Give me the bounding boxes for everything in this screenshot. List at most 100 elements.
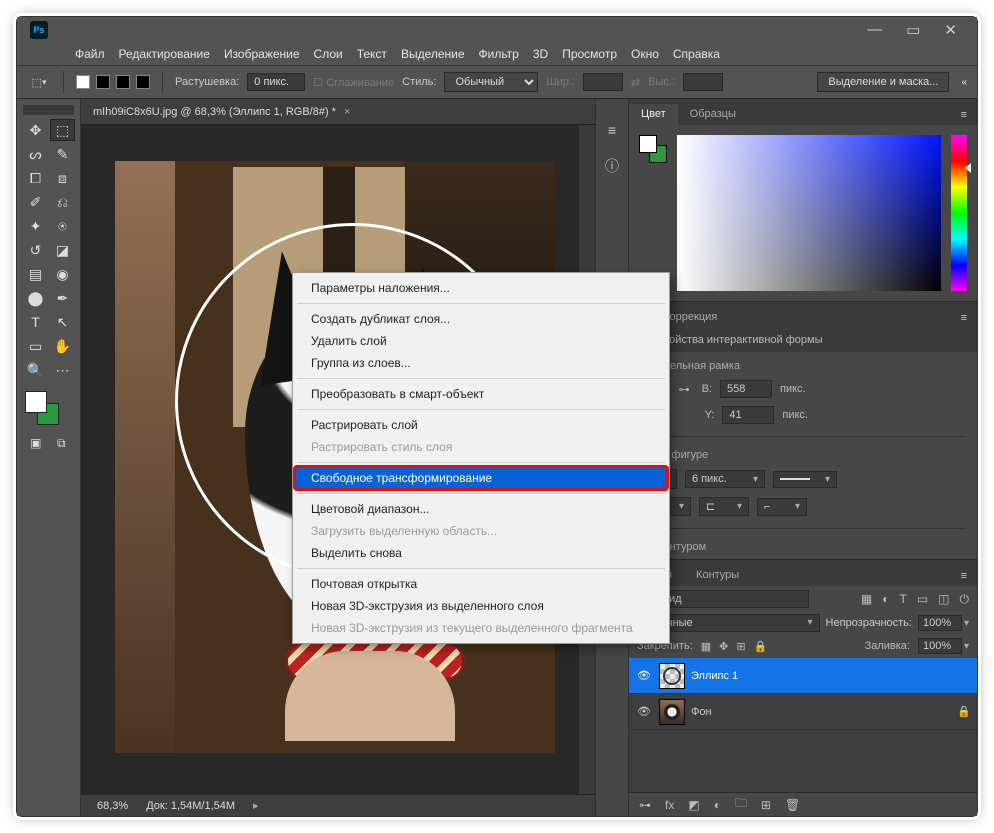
eraser-tool[interactable]: ◪	[50, 239, 75, 261]
opacity-input[interactable]	[918, 615, 962, 631]
lock-pixels-icon[interactable]: ▦	[701, 640, 711, 653]
context-menu-item[interactable]: Растрировать слой	[295, 414, 667, 436]
tab-color[interactable]: Цвет	[629, 104, 678, 125]
path-select-tool[interactable]: ↖	[50, 311, 75, 333]
pen-tool[interactable]: ✒	[50, 287, 75, 309]
history-panel-icon[interactable]: ≡	[601, 119, 623, 141]
lock-all-icon[interactable]: 🔒	[754, 640, 768, 653]
adjustment-layer-icon[interactable]: ◐	[714, 798, 721, 812]
document-tab[interactable]: mIh09iC8x6U.jpg @ 68,3% (Эллипс 1, RGB/8…	[81, 99, 595, 125]
context-menu-item[interactable]: Группа из слоев...	[295, 352, 667, 374]
status-more-icon[interactable]: ▸	[253, 799, 259, 812]
visibility-icon[interactable]: 👁	[635, 705, 653, 718]
tab-paths[interactable]: Контуры	[684, 565, 751, 586]
tool-preset-icon[interactable]: ⬚▾	[27, 70, 51, 94]
context-menu-item[interactable]: Параметры наложения...	[295, 277, 667, 299]
panel-menu-icon[interactable]: ≡	[951, 105, 977, 125]
lock-artboard-icon[interactable]: ⊞	[736, 640, 745, 653]
close-button[interactable]: ✕	[944, 21, 957, 39]
select-and-mask-button[interactable]: Выделение и маска...	[817, 72, 949, 92]
stroke-style-select[interactable]: ▾	[773, 471, 837, 488]
layer-fx-icon[interactable]: fx	[665, 798, 674, 812]
filter-toggle-icon[interactable]: ⏻	[960, 592, 970, 607]
menu-help[interactable]: Справка	[673, 47, 720, 61]
color-spectrum[interactable]	[677, 135, 941, 291]
menu-window[interactable]: Окно	[631, 47, 659, 61]
cap-select[interactable]: ⊏▾	[699, 497, 749, 516]
filter-smart-icon[interactable]: ◫	[938, 592, 949, 607]
context-menu-item[interactable]: Выделить снова	[295, 542, 667, 564]
tab-swatches[interactable]: Образцы	[678, 104, 748, 125]
maximize-button[interactable]: ▭	[906, 21, 920, 39]
crop-tool[interactable]: ⧠	[23, 167, 48, 189]
fgbg-swatch[interactable]	[639, 135, 667, 163]
type-tool[interactable]: T	[23, 311, 48, 333]
layer-name[interactable]: Фон	[691, 706, 712, 718]
context-menu-item[interactable]: Удалить слой	[295, 330, 667, 352]
group-icon[interactable]: 🗀	[735, 794, 747, 815]
layer-mask-icon[interactable]: ◩	[688, 798, 699, 812]
menu-3d[interactable]: 3D	[533, 47, 548, 61]
frame-tool[interactable]: ⧈	[50, 167, 75, 189]
new-layer-icon[interactable]: ⊞	[761, 798, 771, 812]
lock-position-icon[interactable]: ✥	[719, 640, 728, 653]
layer-thumbnail[interactable]	[659, 699, 685, 725]
blur-tool[interactable]: ◉	[50, 263, 75, 285]
style-select[interactable]: Обычный	[444, 72, 538, 92]
context-menu-item[interactable]: Преобразовать в смарт-объект	[295, 383, 667, 405]
add-selection-icon[interactable]	[96, 75, 110, 89]
subtract-selection-icon[interactable]	[116, 75, 130, 89]
gradient-tool[interactable]: ▤	[23, 263, 48, 285]
context-menu-item[interactable]: Новая 3D-экструзия из выделенного слоя	[295, 595, 667, 617]
panel-menu-icon[interactable]: ≡	[951, 308, 977, 328]
context-menu-item[interactable]: Создать дубликат слоя...	[295, 308, 667, 330]
filter-pixel-icon[interactable]: ▦	[861, 592, 872, 607]
layer-row[interactable]: 👁 Эллипс 1	[629, 658, 977, 694]
menu-image[interactable]: Изображение	[224, 47, 300, 61]
layer-filter-select[interactable]	[657, 590, 809, 608]
heal-tool[interactable]: ⎌	[50, 191, 75, 213]
layer-row[interactable]: 👁 Фон 🔒	[629, 694, 977, 730]
close-tab-icon[interactable]: ×	[344, 106, 350, 118]
foreground-color[interactable]	[25, 391, 47, 413]
link-dimensions-icon[interactable]: ⊶	[675, 383, 694, 396]
marquee-tool[interactable]: ⬚	[50, 119, 75, 141]
hand-tool[interactable]: ✋	[50, 335, 75, 357]
menu-file[interactable]: Файл	[75, 47, 105, 61]
info-panel-icon[interactable]: ⓘ	[601, 155, 623, 177]
lasso-tool[interactable]: ᔕ	[23, 143, 48, 165]
minimize-button[interactable]: —	[867, 21, 882, 39]
eyedropper-tool[interactable]: ✐	[23, 191, 48, 213]
y-value[interactable]	[722, 406, 774, 424]
zoom-tool[interactable]: 🔍	[23, 359, 48, 381]
visibility-icon[interactable]: 👁	[635, 669, 653, 682]
optbar-collapse-icon[interactable]: «	[961, 77, 967, 88]
width-value[interactable]	[720, 380, 772, 398]
shape-tool[interactable]: ▭	[23, 335, 48, 357]
intersect-selection-icon[interactable]	[136, 75, 150, 89]
color-swatch[interactable]	[25, 391, 59, 425]
panel-menu-icon[interactable]: ≡	[951, 566, 977, 586]
menu-view[interactable]: Просмотр	[562, 47, 617, 61]
menu-layer[interactable]: Слои	[314, 47, 343, 61]
hue-slider[interactable]	[951, 135, 967, 291]
delete-layer-icon[interactable]: 🗑	[785, 798, 800, 812]
fill-input[interactable]	[918, 638, 962, 654]
stamp-tool[interactable]: ⍟	[50, 215, 75, 237]
menu-select[interactable]: Выделение	[401, 47, 465, 61]
zoom-level[interactable]: 68,3%	[97, 800, 128, 812]
dodge-tool[interactable]: ⬤	[23, 287, 48, 309]
new-selection-icon[interactable]	[76, 75, 90, 89]
move-tool[interactable]: ✥	[23, 119, 48, 141]
menu-type[interactable]: Текст	[357, 47, 387, 61]
quick-select-tool[interactable]: ✎	[50, 143, 75, 165]
history-brush-tool[interactable]: ↺	[23, 239, 48, 261]
context-menu-item[interactable]: Свободное трансформирование	[295, 467, 667, 489]
filter-adjust-icon[interactable]: ◐	[882, 592, 889, 607]
filter-shape-icon[interactable]: ▭	[917, 592, 928, 607]
menu-edit[interactable]: Редактирование	[119, 47, 210, 61]
join-select[interactable]: ⌐▾	[757, 498, 807, 516]
stroke-width-select[interactable]: 6 пикс.▾	[685, 470, 765, 488]
edit-toolbar[interactable]: ⋯	[50, 359, 75, 381]
link-layers-icon[interactable]: ⊶	[639, 798, 651, 812]
